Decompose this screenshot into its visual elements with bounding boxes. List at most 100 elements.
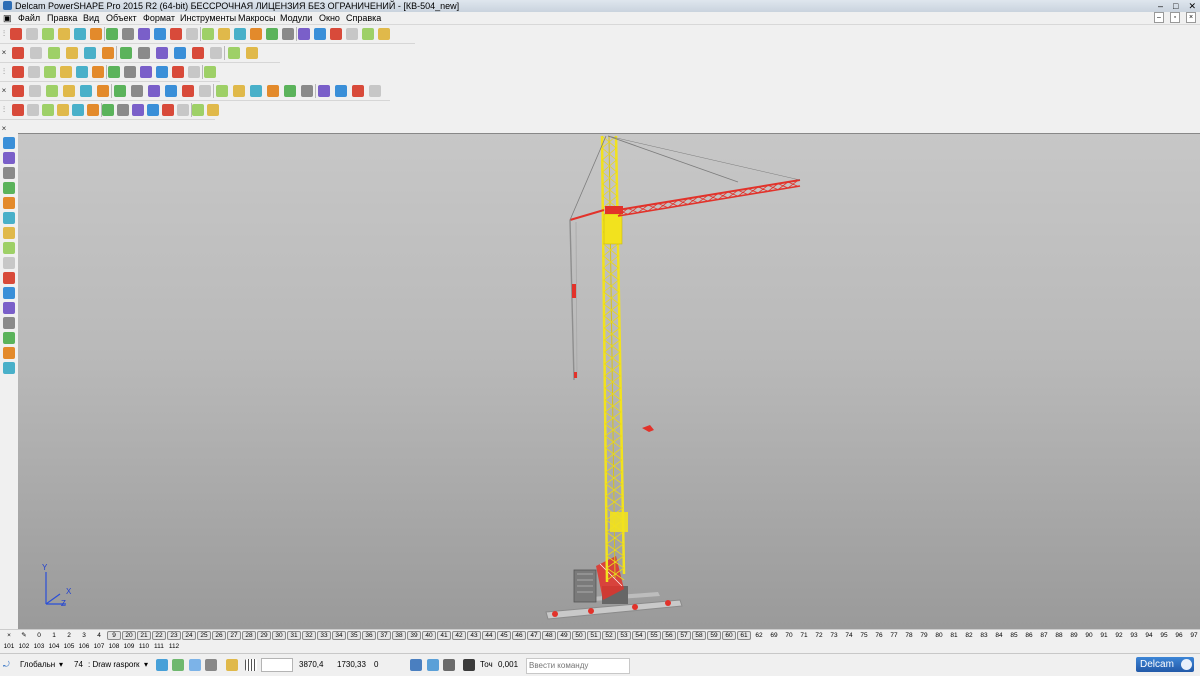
gear-icon[interactable] — [132, 104, 144, 116]
zoom-window-icon[interactable] — [138, 47, 150, 59]
level-button[interactable]: 97 — [1187, 631, 1200, 640]
level-button[interactable]: 9 — [107, 631, 121, 640]
level-button[interactable]: 85 — [1007, 631, 1021, 640]
cube-icon[interactable] — [156, 66, 168, 78]
level-number-field[interactable]: 74 — [74, 659, 83, 671]
layers-icon[interactable] — [3, 317, 15, 329]
graphics-viewport[interactable]: Y X Z — [18, 133, 1200, 629]
menu-tools[interactable]: Инструменты — [180, 12, 236, 24]
surface-icon[interactable] — [314, 28, 326, 40]
feature-icon[interactable] — [346, 28, 358, 40]
level-settings-icon[interactable]: ✎ — [17, 631, 31, 640]
level-button[interactable]: 39 — [407, 631, 421, 640]
level-button[interactable]: 25 — [197, 631, 211, 640]
mesh-icon[interactable] — [3, 257, 15, 269]
close-button[interactable]: ✕ — [1188, 0, 1196, 12]
face-icon[interactable] — [335, 85, 347, 97]
shape-icon[interactable] — [207, 104, 219, 116]
tag-icon[interactable] — [177, 104, 189, 116]
level-button[interactable]: 102 — [17, 642, 31, 651]
circle-icon[interactable] — [266, 28, 278, 40]
table-icon[interactable] — [44, 66, 56, 78]
render-icon[interactable] — [3, 302, 15, 314]
hole-icon[interactable] — [80, 85, 92, 97]
level-button[interactable]: 83 — [977, 631, 991, 640]
level-button[interactable]: 46 — [512, 631, 526, 640]
scale-icon[interactable] — [267, 85, 279, 97]
erase-icon[interactable] — [138, 28, 150, 40]
level-button[interactable]: 38 — [392, 631, 406, 640]
assembly-tree-icon[interactable] — [72, 104, 84, 116]
blank-field[interactable] — [261, 658, 293, 672]
triangle-icon[interactable] — [124, 66, 136, 78]
workplane-select[interactable]: Глобальн — [20, 659, 55, 671]
level-button[interactable]: 112 — [167, 642, 181, 651]
bearing-icon[interactable] — [147, 104, 159, 116]
split-icon[interactable] — [216, 85, 228, 97]
offset-icon[interactable] — [284, 85, 296, 97]
level-button[interactable]: 80 — [932, 631, 946, 640]
level-button[interactable]: 110 — [137, 642, 151, 651]
level-button[interactable]: 37 — [377, 631, 391, 640]
level-close-icon[interactable]: × — [2, 631, 16, 640]
arc-icon[interactable] — [298, 28, 310, 40]
level-button[interactable]: 1 — [47, 631, 61, 640]
level-button[interactable]: 93 — [1127, 631, 1141, 640]
document-icon[interactable] — [28, 66, 40, 78]
shell-icon[interactable] — [63, 85, 75, 97]
boss-icon[interactable] — [97, 85, 109, 97]
level-button[interactable]: 107 — [92, 642, 106, 651]
level-button[interactable]: 75 — [857, 631, 871, 640]
lock-icon[interactable] — [205, 659, 217, 671]
level-button[interactable]: 81 — [947, 631, 961, 640]
level-button[interactable]: 58 — [692, 631, 706, 640]
bolt-icon[interactable] — [87, 104, 99, 116]
part-icon[interactable] — [42, 104, 54, 116]
level-button[interactable]: 52 — [602, 631, 616, 640]
menu-object[interactable]: Объект — [106, 12, 137, 24]
pattern-icon[interactable] — [233, 85, 245, 97]
level-button[interactable]: 69 — [767, 631, 781, 640]
level-button[interactable]: 91 — [1097, 631, 1111, 640]
level-button[interactable]: 106 — [77, 642, 91, 651]
model-icon[interactable] — [3, 332, 15, 344]
level-button[interactable]: 104 — [47, 642, 61, 651]
menu-view[interactable]: Вид — [83, 12, 99, 24]
level-button[interactable]: 33 — [317, 631, 331, 640]
level-button[interactable]: 86 — [1022, 631, 1036, 640]
toolbar-close-icon[interactable]: × — [1, 46, 7, 59]
sphere-red-icon[interactable] — [92, 66, 104, 78]
level-button[interactable]: 29 — [257, 631, 271, 640]
level-name-select[interactable]: : Draw rasporк — [88, 659, 140, 671]
level-button[interactable]: 28 — [242, 631, 256, 640]
dropdown-chevron-icon[interactable]: ▾ — [59, 659, 63, 671]
level-button[interactable]: 40 — [422, 631, 436, 640]
view-iso2-icon[interactable] — [84, 47, 96, 59]
workplane-toggle-icon[interactable] — [427, 659, 439, 671]
new-file-icon[interactable] — [10, 28, 22, 40]
position-icon[interactable] — [443, 659, 455, 671]
level-button[interactable]: 82 — [962, 631, 976, 640]
level-button[interactable]: 54 — [632, 631, 646, 640]
axis-icon[interactable] — [3, 167, 15, 179]
undo-icon[interactable] — [170, 28, 182, 40]
menu-edit[interactable]: Правка — [47, 12, 77, 24]
level-button[interactable]: 92 — [1112, 631, 1126, 640]
dropdown-chevron-icon[interactable]: ▾ — [144, 659, 148, 671]
zoom-all-icon[interactable] — [156, 47, 168, 59]
print-icon[interactable] — [74, 28, 86, 40]
surface-tool-icon[interactable] — [3, 227, 15, 239]
level-button[interactable]: 51 — [587, 631, 601, 640]
level-button[interactable]: 4 — [92, 631, 106, 640]
open-model-icon[interactable] — [42, 28, 54, 40]
sweep-icon[interactable] — [148, 85, 160, 97]
level-button[interactable]: 77 — [887, 631, 901, 640]
hand-icon[interactable] — [246, 47, 258, 59]
level-button[interactable]: 32 — [302, 631, 316, 640]
link-icon[interactable] — [162, 104, 174, 116]
curve-tool-icon[interactable] — [3, 197, 15, 209]
paste-icon[interactable] — [122, 28, 134, 40]
save-icon[interactable] — [58, 28, 70, 40]
wireframe-icon[interactable] — [218, 28, 230, 40]
copy-icon[interactable] — [106, 28, 118, 40]
